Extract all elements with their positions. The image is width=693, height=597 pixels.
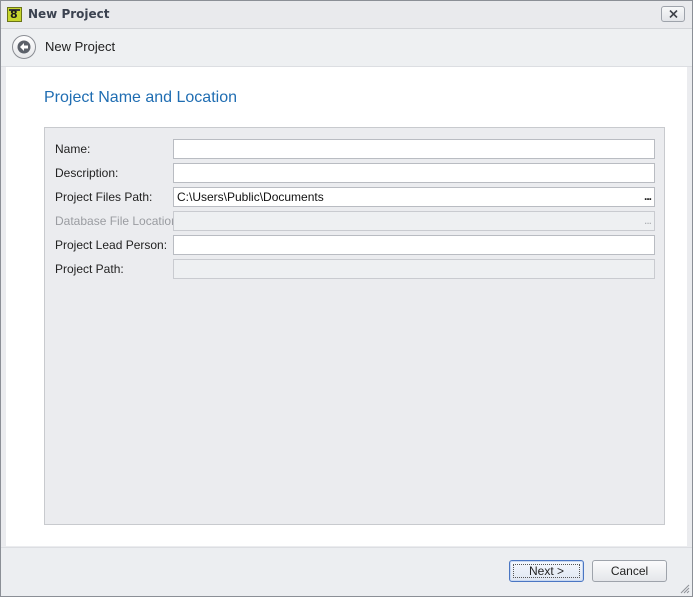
- title-bar: 8 New Project: [1, 1, 692, 29]
- resize-grip-icon[interactable]: [680, 584, 690, 594]
- wizard-footer: Next > Cancel: [1, 547, 692, 596]
- app-logo-icon: 8: [7, 7, 22, 22]
- project-form-panel: Name: Description: Project Files Path: C…: [44, 127, 665, 525]
- back-button[interactable]: [12, 35, 36, 59]
- project-lead-person-label: Project Lead Person:: [55, 238, 168, 252]
- project-files-path-value: C:\Users\Public\Documents: [177, 190, 324, 204]
- description-row: Description:: [45, 163, 664, 183]
- name-row: Name:: [45, 139, 664, 159]
- database-file-location-label: Database File Location:: [55, 214, 182, 228]
- project-lead-person-row: Project Lead Person:: [45, 235, 664, 255]
- project-files-path-label: Project Files Path:: [55, 190, 153, 204]
- cancel-button-label: Cancel: [610, 564, 649, 578]
- cancel-button[interactable]: Cancel: [592, 560, 667, 582]
- section-title: Project Name and Location: [44, 89, 237, 106]
- name-label: Name:: [55, 142, 91, 156]
- app-logo-glyph: 8: [10, 8, 18, 21]
- wizard-content: Project Name and Location Name: Descript…: [6, 67, 687, 546]
- next-button-focus-ring: [513, 564, 580, 578]
- close-icon: [669, 10, 678, 18]
- database-file-location-input: ...: [173, 211, 655, 231]
- header-title: New Project: [45, 39, 116, 54]
- new-project-window: 8 New Project New Project Project Name a…: [0, 0, 693, 597]
- project-lead-person-input[interactable]: [173, 235, 655, 255]
- database-file-location-browse-button: ...: [643, 213, 652, 227]
- database-file-location-row: Database File Location: ...: [45, 211, 664, 231]
- project-path-row: Project Path:: [45, 259, 664, 279]
- project-path-input: [173, 259, 655, 279]
- project-files-path-row: Project Files Path: C:\Users\Public\Docu…: [45, 187, 664, 207]
- close-button[interactable]: [661, 6, 685, 22]
- back-arrow-icon: [17, 40, 31, 54]
- description-label: Description:: [55, 166, 119, 180]
- wizard-header: New Project: [1, 29, 692, 67]
- description-input[interactable]: [173, 163, 655, 183]
- project-files-path-input[interactable]: C:\Users\Public\Documents ...: [173, 187, 655, 207]
- name-input[interactable]: [173, 139, 655, 159]
- next-button[interactable]: Next >: [509, 560, 584, 582]
- project-path-label: Project Path:: [55, 262, 124, 276]
- window-title: New Project: [28, 7, 110, 21]
- project-files-path-browse-button[interactable]: ...: [644, 188, 652, 204]
